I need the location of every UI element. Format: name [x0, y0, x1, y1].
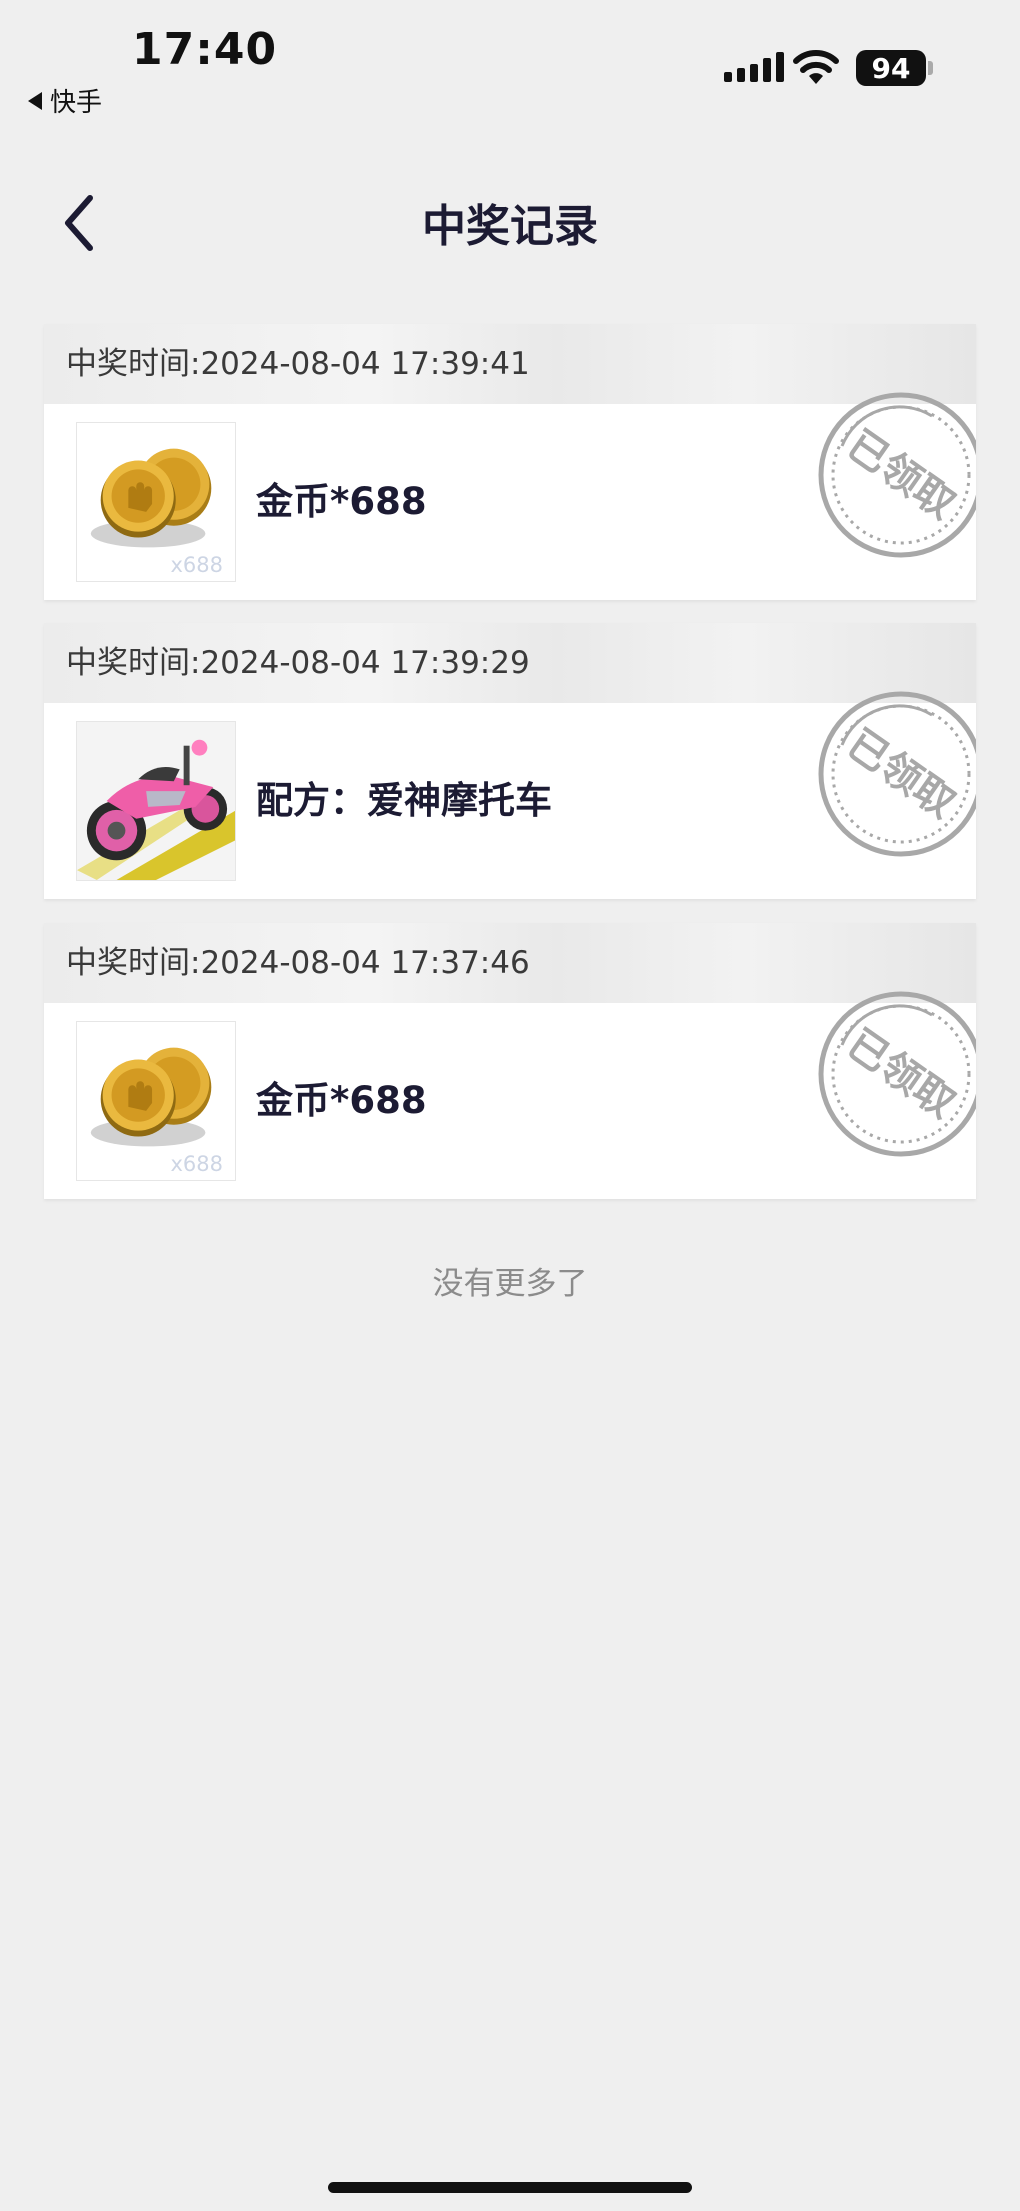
claimed-stamp: 已领取 — [818, 691, 976, 857]
stamp-text: 已领取 — [839, 1021, 964, 1128]
prize-record-card: 中奖时间:2024-08-04 17:39:41 x688 金币*688 已领取 — [44, 324, 976, 600]
gold-coins-icon: x688 — [76, 1021, 236, 1181]
cellular-signal-icon — [724, 52, 784, 82]
back-app-label: 快手 — [50, 88, 103, 118]
battery-indicator: 94 — [856, 50, 926, 86]
gold-coins-icon: x688 — [76, 422, 236, 582]
stamp-text: 已领取 — [839, 721, 964, 828]
wifi-icon — [793, 50, 839, 84]
pink-motorcycle-image — [76, 721, 236, 881]
battery-tip — [928, 61, 933, 75]
prize-name: 金币*688 — [256, 480, 427, 523]
claimed-stamp: 已领取 — [818, 991, 976, 1157]
prize-name: 配方：爱神摩托车 — [256, 779, 552, 822]
home-indicator[interactable] — [328, 2182, 692, 2193]
stamp-text: 已领取 — [839, 422, 964, 529]
status-time: 17:40 — [132, 24, 278, 75]
quantity-badge: x688 — [170, 1152, 223, 1176]
prize-record-card: 中奖时间:2024-08-04 17:37:46 x688 金币*688 已领取 — [44, 923, 976, 1199]
prize-name: 金币*688 — [256, 1079, 427, 1122]
back-triangle-icon — [28, 91, 42, 110]
back-to-app-link[interactable]: 快手 — [28, 82, 102, 119]
page-title: 中奖记录 — [422, 201, 598, 252]
prize-record-card: 中奖时间:2024-08-04 17:39:29 配方：爱神摩托车 已领取 — [44, 623, 976, 899]
no-more-text: 没有更多了 — [432, 1266, 588, 1302]
claimed-stamp: 已领取 — [818, 392, 976, 558]
quantity-badge: x688 — [170, 553, 223, 577]
battery-level: 94 — [871, 51, 911, 85]
